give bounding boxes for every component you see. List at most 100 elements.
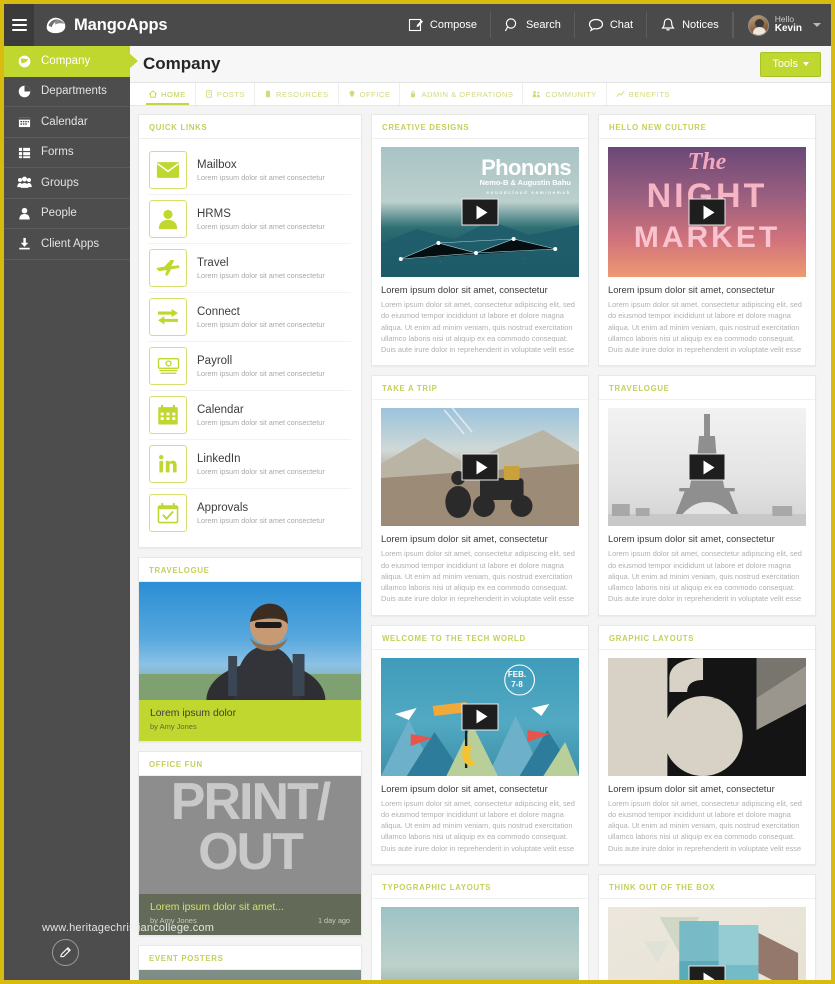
feature-card-office-fun[interactable]: OFFICE FUN PRINT/ OUT Lorem ipsum dolor …	[138, 751, 362, 936]
media-card-title: Lorem ipsum dolor sit amet, consectetur	[381, 284, 548, 295]
media-wrap: WHAT'S NEXT	[372, 899, 588, 980]
quick-link-approvals[interactable]: Approvals Lorem ipsum dolor sit amet con…	[149, 489, 351, 537]
compose-button[interactable]: Compose	[395, 12, 491, 38]
play-button[interactable]	[688, 453, 726, 481]
calendar-icon	[149, 396, 187, 434]
poster-subtitle: Nemo-B & Augustin Bahu	[479, 178, 571, 187]
feature-body	[139, 970, 361, 980]
sidebar-item-departments[interactable]: Departments	[4, 77, 130, 107]
lock-icon	[411, 90, 416, 98]
media-card-creative-designs[interactable]: CREATIVE DESIGNS Phonons Nemo-B & August…	[371, 114, 589, 367]
feature-caption-time: 1 day ago	[317, 916, 350, 925]
tab-resources[interactable]: RESOURCES	[255, 83, 339, 105]
media-card-text: Lorem ipsum dolor sit amet, consectetur …	[381, 798, 575, 853]
play-button[interactable]	[461, 453, 499, 481]
quick-link-connect[interactable]: Connect Lorem ipsum dolor sit amet conse…	[149, 293, 351, 342]
tools-button[interactable]: Tools	[760, 51, 821, 77]
media-thumbnail[interactable]	[608, 906, 806, 980]
media-thumbnail[interactable]	[608, 657, 806, 776]
tools-label: Tools	[772, 57, 798, 70]
tab-community[interactable]: COMMUNITY	[523, 83, 607, 105]
media-card-text: Lorem ipsum dolor sit amet, consectetur …	[381, 300, 575, 354]
tab-label-home: HOME	[161, 89, 186, 99]
menu-toggle-button[interactable]	[4, 4, 34, 46]
media-thumbnail[interactable]	[381, 408, 579, 527]
media-card-take-a-trip[interactable]: TAKE A TRIP Lorem ipsum dolor sit amet, …	[371, 375, 589, 616]
quick-link-payroll[interactable]: Payroll Lorem ipsum dolor sit amet conse…	[149, 342, 351, 391]
page-title: Company	[143, 54, 221, 73]
media-card-welcome-tech-world[interactable]: WELCOME TO THE TECH WORLD FEB. 7-8 Lorem…	[371, 624, 589, 865]
pencil-icon	[60, 947, 71, 958]
quick-link-text: Payroll Lorem ipsum dolor sit amet conse…	[197, 354, 325, 379]
quick-link-text: HRMS Lorem ipsum dolor sit amet consecte…	[197, 207, 325, 232]
user-menu[interactable]: Hello Kevin	[732, 12, 831, 38]
quick-links-list: Mailbox Lorem ipsum dolor sit amet conse…	[139, 139, 361, 547]
tab-office[interactable]: OFFICE	[339, 83, 401, 105]
quick-link-text: Calendar Lorem ipsum dolor sit amet cons…	[197, 403, 325, 428]
media-thumbnail[interactable]: Phonons Nemo-B & Augustin Bahu soundclou…	[381, 147, 579, 277]
media-card-typographic-layouts[interactable]: TYPOGRAPHIC LAYOUTS WHAT'S NEXT	[371, 873, 589, 980]
media-card-hello-new-culture[interactable]: HELLO NEW CULTURE The NIGHT MARKET Lorem…	[598, 114, 816, 367]
content-board: QUICK LINKS Mailbox Lorem ipsum dolor si…	[130, 107, 831, 980]
brand-logo-group[interactable]: MangoApps	[34, 16, 168, 35]
play-button[interactable]	[461, 198, 499, 226]
quick-link-mailbox[interactable]: Mailbox Lorem ipsum dolor sit amet conse…	[149, 146, 351, 195]
feature-card-travelogue[interactable]: TRAVELOGUE Lorem ipsum dolor by Amy Jone…	[138, 557, 362, 742]
play-button[interactable]	[688, 965, 726, 980]
sidebar-item-company[interactable]: Company	[4, 46, 138, 77]
media-card-title: Lorem ipsum dolor sit amet, consectetur	[608, 782, 775, 794]
tab-posts[interactable]: POSTS	[196, 83, 256, 105]
compose-label: Compose	[429, 19, 477, 31]
column-left: QUICK LINKS Mailbox Lorem ipsum dolor si…	[138, 114, 362, 980]
notices-button[interactable]: Notices	[647, 12, 733, 38]
sidebar-item-forms[interactable]: Forms	[4, 138, 130, 168]
sidebar-item-people[interactable]: People	[4, 199, 130, 229]
main-content: Company Tools HOME POSTS RESOURCES OFFIC…	[130, 46, 831, 980]
search-button[interactable]: Search	[491, 12, 575, 38]
watermark: www.heritagechristiancollege.com	[42, 922, 215, 934]
quick-link-text: LinkedIn Lorem ipsum dolor sit amet cons…	[197, 452, 325, 477]
chat-button[interactable]: Chat	[575, 12, 648, 38]
feature-caption: Lorem ipsum dolor by Amy Jones	[139, 700, 361, 741]
poster-title: The	[687, 149, 727, 175]
feature-card-event-posters[interactable]: EVENT POSTERS	[138, 945, 362, 980]
tab-benefits[interactable]: BENEFITS	[607, 83, 679, 105]
media-thumbnail[interactable]: FEB. 7-8	[381, 657, 579, 776]
tab-home[interactable]: HOME	[140, 83, 196, 105]
quick-link-hrms[interactable]: HRMS Lorem ipsum dolor sit amet consecte…	[149, 195, 351, 244]
media-card-body: Lorem ipsum dolor sit amet, consectetur …	[372, 776, 588, 864]
sidebar-item-calendar[interactable]: Calendar	[4, 107, 130, 138]
window-frame: MangoApps Compose Search Chat Notices He…	[0, 0, 835, 984]
quick-link-linkedin[interactable]: LinkedIn Lorem ipsum dolor sit amet cons…	[149, 440, 351, 489]
media-thumbnail[interactable]: The NIGHT MARKET	[608, 147, 806, 277]
quick-link-title: Calendar	[197, 403, 244, 416]
tab-bar: HOME POSTS RESOURCES OFFICE ADMIN & OPER…	[130, 83, 831, 106]
window-inner: MangoApps Compose Search Chat Notices He…	[4, 4, 831, 980]
sidebar-item-groups[interactable]: Groups	[4, 168, 130, 199]
envelope-icon	[149, 151, 187, 189]
quick-link-travel[interactable]: Travel Lorem ipsum dolor sit amet consec…	[149, 244, 351, 293]
quick-link-title: Travel	[197, 256, 229, 269]
sidebar-item-client-apps[interactable]: Client Apps	[4, 229, 130, 260]
quick-link-subtitle: Lorem ipsum dolor sit amet consectetur	[197, 417, 325, 427]
media-card-travelogue[interactable]: TRAVELOGUE Lorem ipsum dolor sit amet, c…	[598, 375, 816, 616]
group-icon	[16, 176, 32, 189]
play-button[interactable]	[688, 198, 726, 226]
media-card-title: Lorem ipsum dolor sit amet, consectetur	[608, 533, 775, 545]
person-icon	[16, 207, 32, 220]
column-middle: CREATIVE DESIGNS Phonons Nemo-B & August…	[371, 114, 589, 980]
media-thumbnail[interactable]	[608, 408, 806, 527]
media-card-graphic-layouts[interactable]: GRAPHIC LAYOUTS Lorem ipsum dolor sit am…	[598, 624, 816, 865]
media-card-body: Lorem ipsum dolor sit amet, consectetur …	[599, 277, 815, 365]
media-card-text: Lorem ipsum dolor sit amet, consectetur …	[381, 549, 575, 604]
media-thumbnail[interactable]: WHAT'S NEXT	[381, 906, 579, 980]
tab-label-office: OFFICE	[359, 89, 391, 99]
quick-link-calendar[interactable]: Calendar Lorem ipsum dolor sit amet cons…	[149, 391, 351, 440]
tab-admin-operations[interactable]: ADMIN & OPERATIONS	[400, 83, 524, 105]
numeral-graphic-art	[663, 657, 806, 776]
play-button[interactable]	[461, 703, 499, 730]
sidebar-label-calendar: Calendar	[41, 115, 88, 128]
edit-fab-button[interactable]	[52, 939, 79, 966]
media-card-think-out-of-the-box[interactable]: THINK OUT OF THE BOX	[598, 873, 816, 980]
media-card-text: Lorem ipsum dolor sit amet, consectetur …	[608, 300, 802, 354]
